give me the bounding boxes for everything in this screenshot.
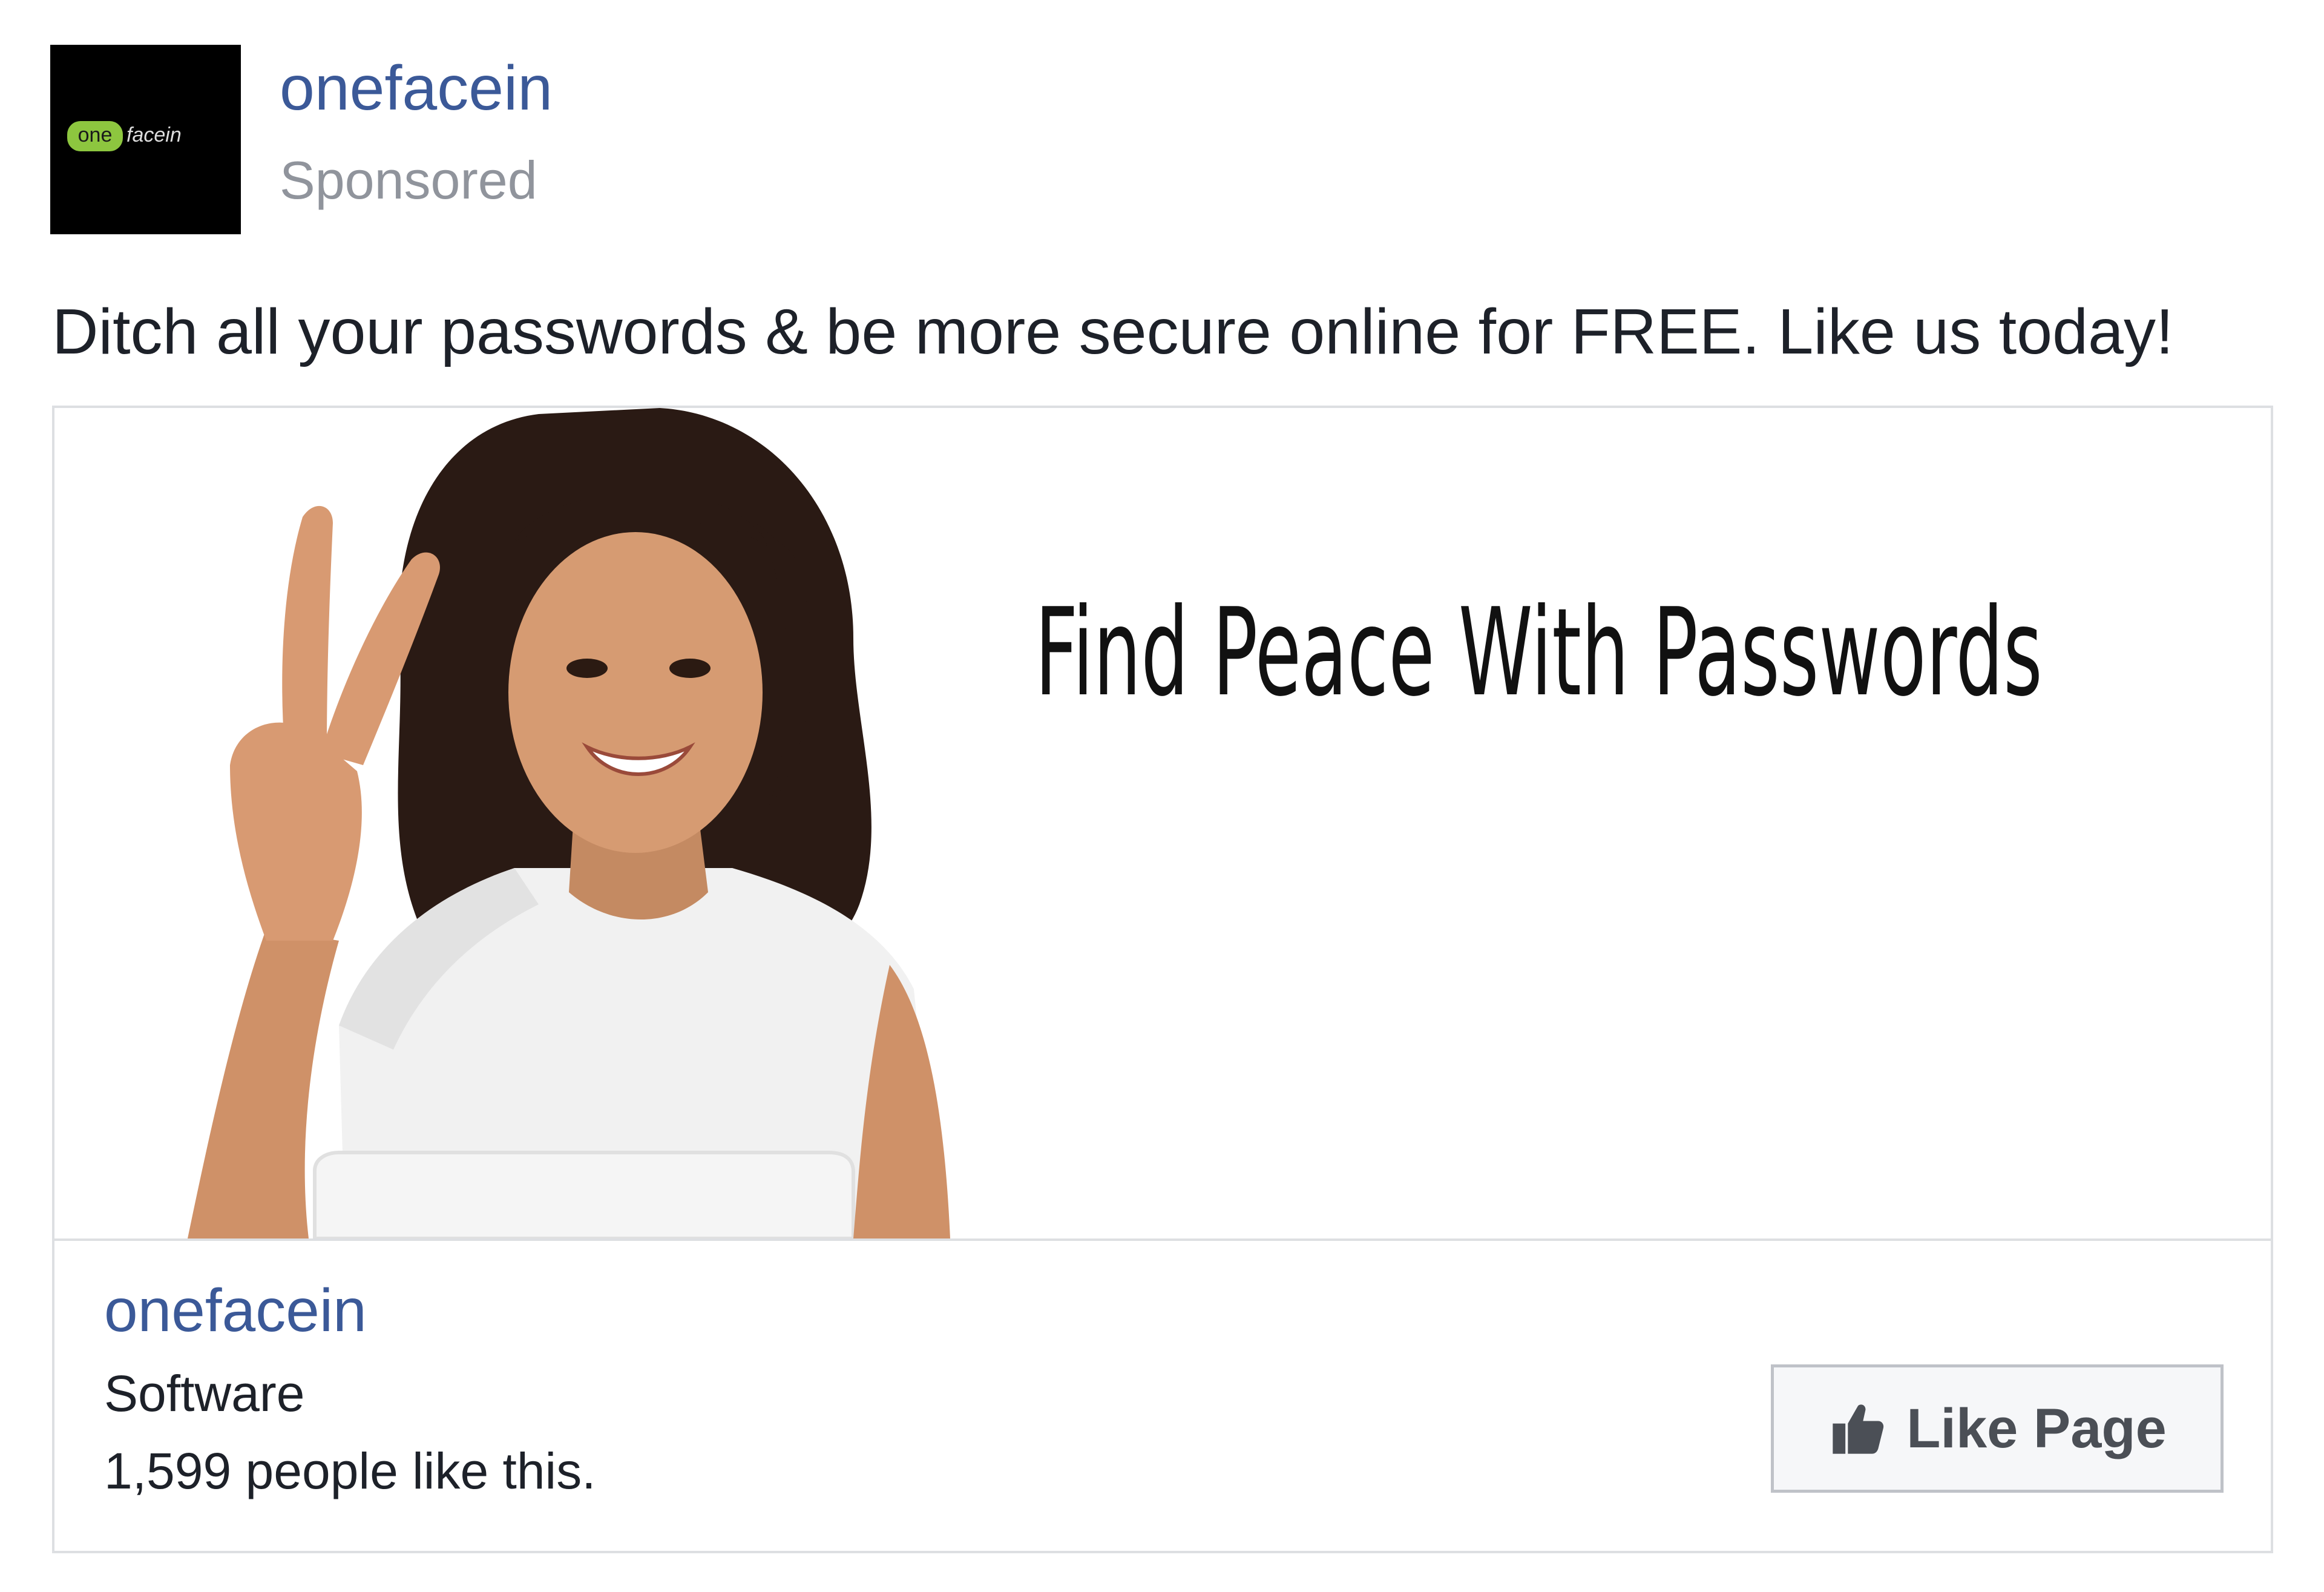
like-page-label: Like Page	[1906, 1398, 2167, 1459]
thumbs-up-icon	[1833, 1404, 1884, 1454]
card-page-name-link[interactable]: onefacein	[104, 1275, 367, 1346]
logo-text-one: one	[78, 123, 113, 146]
page-name-link[interactable]: onefacein	[280, 52, 553, 125]
sponsored-label[interactable]: Sponsored	[280, 149, 537, 212]
woman-peace-sign-photo	[188, 408, 950, 1238]
like-page-button[interactable]: Like Page	[1771, 1364, 2224, 1493]
post-text: Ditch all your passwords & be more secur…	[52, 296, 2174, 367]
page-category: Software	[104, 1365, 305, 1422]
logo-text-facein: facein	[126, 123, 182, 146]
onefacein-logo-icon: one facein	[50, 45, 241, 234]
page-likes-count: 1,599 people like this.	[104, 1442, 596, 1499]
page-logo[interactable]: one facein	[50, 45, 241, 234]
ad-headline: Find Peace With Passwords	[1035, 582, 2043, 723]
card-divider	[54, 1238, 2271, 1241]
ad-image[interactable]: Find Peace With Passwords	[54, 408, 2271, 1238]
ad-card[interactable]: Find Peace With Passwords onefacein Soft…	[52, 406, 2273, 1553]
